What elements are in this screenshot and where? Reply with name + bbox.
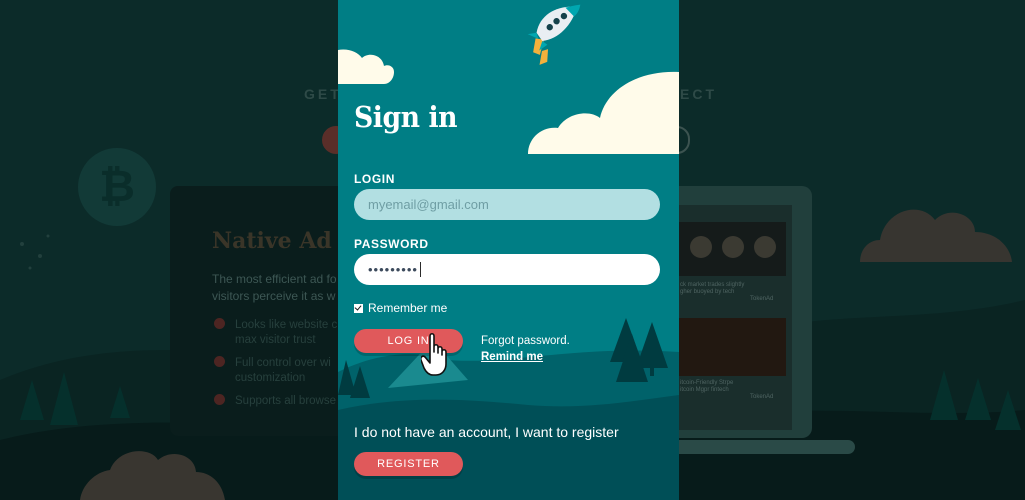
background-subtitle-right: ECT <box>680 86 717 102</box>
hand-cursor-icon <box>421 332 447 376</box>
login-label: LOGIN <box>354 172 395 186</box>
background-card-text: visitors perceive it as w <box>212 289 336 303</box>
password-label: PASSWORD <box>354 237 429 251</box>
background-subtitle-left: GET <box>304 86 342 102</box>
remember-me-label: Remember me <box>368 301 448 315</box>
background-feature: Full control over wi customization <box>214 356 331 386</box>
cloud-icon <box>338 49 394 84</box>
bitcoin-icon <box>690 236 712 258</box>
cloud-icon <box>528 71 679 154</box>
forgot-password-text: Forgot password. <box>481 335 570 347</box>
page-title: Sign in <box>354 100 458 134</box>
background-news-thumb <box>678 318 786 376</box>
signin-panel: Sign in LOGIN PASSWORD Remember me LOG I… <box>338 0 679 500</box>
register-prompt: I do not have an account, I want to regi… <box>354 424 619 440</box>
bitcoin-icon: ₿ <box>78 148 156 226</box>
background-card-title: Native Ad <box>212 228 332 254</box>
background-news-text: itcoin-Friendly Strpe itcoin Mgpr fintech… <box>680 380 774 400</box>
background-feature: Looks like website c max visitor trust <box>214 318 337 348</box>
password-field[interactable] <box>354 254 660 285</box>
background-device-stand <box>660 440 855 454</box>
text-caret <box>420 262 421 277</box>
forgot-password: Forgot password. Remind me <box>481 333 570 365</box>
rocket-icon <box>527 4 581 65</box>
remind-me-link[interactable]: Remind me <box>481 349 570 365</box>
register-button[interactable]: REGISTER <box>354 452 463 476</box>
remember-me-checkbox[interactable]: Remember me <box>354 301 447 315</box>
coin-icon <box>754 236 776 258</box>
background-card-text: The most efficient ad fo <box>212 272 337 286</box>
background-news-text: ck market trades slightly gher buoyed by … <box>680 282 774 302</box>
coin-icon <box>722 236 744 258</box>
checkbox-checked-icon[interactable] <box>354 303 363 313</box>
background-feature: Supports all browse <box>214 394 336 409</box>
email-field[interactable] <box>354 189 660 220</box>
